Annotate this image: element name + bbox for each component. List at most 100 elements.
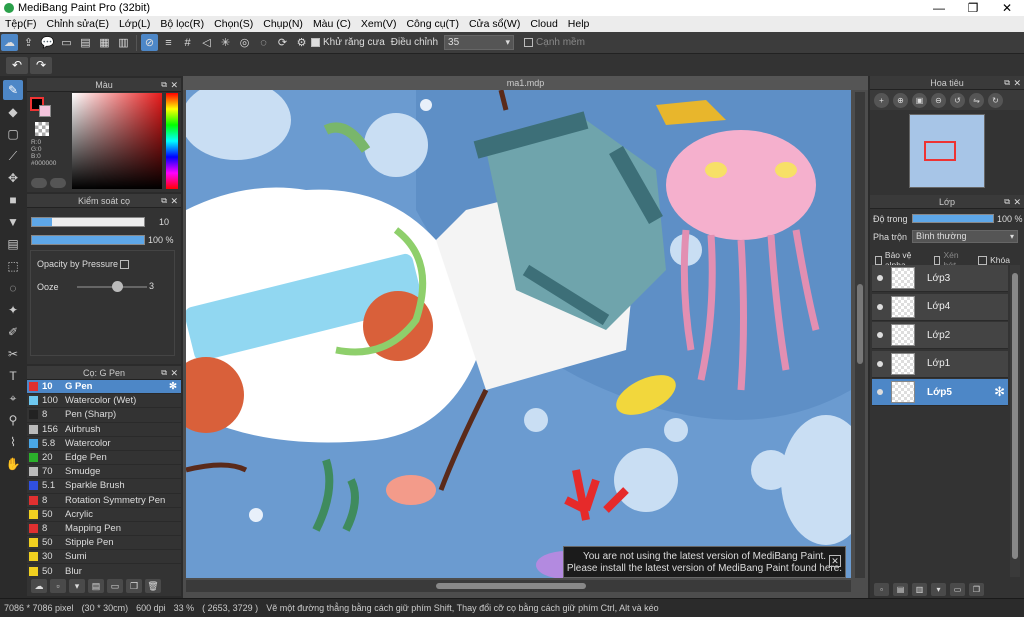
brush-list-item[interactable]: 50 Acrylic [27, 508, 181, 522]
brush-list-item[interactable]: 8 Rotation Symmetry Pen [27, 494, 181, 508]
rotate-left-icon[interactable]: ↺ [950, 92, 965, 108]
adjust-dropdown[interactable]: 35 [444, 35, 515, 50]
duplicate-icon[interactable]: ❐ [126, 579, 142, 593]
scroll-thumb[interactable] [1012, 273, 1018, 559]
color-mode-icon[interactable] [31, 178, 47, 188]
close-icon[interactable]: ✕ [170, 366, 178, 380]
grid-icon[interactable]: ▦ [96, 34, 113, 51]
background-color-swatch[interactable] [39, 105, 51, 117]
fit-icon[interactable]: ▣ [912, 92, 927, 108]
scroll-thumb[interactable] [436, 583, 586, 589]
no-snap-icon[interactable]: ⊘ [141, 34, 158, 51]
visibility-icon[interactable] [877, 360, 883, 367]
cloud-brush-icon[interactable]: ☁ [31, 579, 47, 593]
lock-checkbox[interactable] [978, 255, 988, 265]
lasso-tool-icon[interactable]: ◌ [3, 278, 23, 298]
detach-icon[interactable]: ⧉ [1004, 76, 1010, 90]
add-layer-dropdown-icon[interactable]: ▾ [931, 582, 946, 596]
layer-item[interactable]: Lớp5 ✻ [872, 379, 1008, 406]
brush-list-item[interactable]: 30 Sumi [27, 550, 181, 565]
fill-rect-tool-icon[interactable]: ■ [3, 190, 23, 210]
ooze-slider-handle[interactable] [112, 281, 123, 292]
minimize-button[interactable]: — [922, 0, 956, 16]
folder-icon[interactable]: ▭ [107, 579, 123, 593]
soft-edge-checkbox[interactable] [524, 38, 534, 47]
gear-icon[interactable]: ✻ [169, 381, 177, 392]
text-tool-icon[interactable]: T [3, 366, 23, 386]
menu-help[interactable]: Help [563, 16, 595, 32]
palette-icon[interactable] [50, 178, 66, 188]
brush-list-item[interactable]: 8 Mapping Pen [27, 522, 181, 537]
canvas-horizontal-scrollbar[interactable] [186, 580, 851, 592]
brush-list-item[interactable]: 10 G Pen ✻ [27, 380, 181, 395]
upload-icon[interactable]: ⇪ [20, 34, 37, 51]
saturation-value-picker[interactable] [72, 93, 162, 189]
redo-icon[interactable]: ↷ [30, 56, 52, 74]
hue-slider[interactable] [166, 93, 178, 189]
menu-cloud[interactable]: Cloud [525, 16, 562, 32]
duplicate-layer-icon[interactable]: ❐ [969, 582, 984, 596]
panel-icon[interactable]: ▥ [115, 34, 132, 51]
eyedropper-tool-icon[interactable]: ⚲ [3, 410, 23, 430]
dot-tool-icon[interactable]: ⟋ [3, 146, 23, 166]
menu-tools[interactable]: Công cụ(T) [401, 16, 464, 32]
visibility-icon[interactable] [877, 332, 883, 338]
menu-capture[interactable]: Chụp(N) [258, 16, 308, 32]
new-layer-icon[interactable]: ▫ [874, 582, 889, 596]
rectangle-tool-icon[interactable]: ▢ [3, 124, 23, 144]
bucket-tool-icon[interactable]: ▼ [3, 212, 23, 232]
parallel-snap-icon[interactable]: ≡ [160, 34, 177, 51]
page-icon[interactable]: ▤ [77, 34, 94, 51]
menu-window[interactable]: Cửa sổ(W) [464, 16, 525, 32]
scroll-thumb[interactable] [857, 284, 863, 364]
layer-folder-icon[interactable]: ▭ [950, 582, 965, 596]
curve-snap-icon[interactable]: ◌ [255, 34, 272, 51]
menu-filter[interactable]: Bộ lọc(R) [155, 16, 209, 32]
gear-icon[interactable]: ✻ [994, 384, 1005, 400]
rotate-right-icon[interactable]: ↻ [988, 92, 1003, 108]
brush-list-item[interactable]: 20 Edge Pen [27, 451, 181, 466]
brush-list-item[interactable]: 5.8 Watercolor [27, 437, 181, 451]
perspective-snap-icon[interactable]: ◁ [198, 34, 215, 51]
close-button[interactable]: ✕ [990, 0, 1024, 16]
opacity-by-pressure-checkbox[interactable] [120, 260, 129, 269]
eraser-tool-icon[interactable]: ◆ [3, 102, 23, 122]
menu-color[interactable]: Màu (C) [308, 16, 356, 32]
layer-item[interactable]: Lớp2 [872, 322, 1008, 349]
radial-snap-icon[interactable]: ✳ [217, 34, 234, 51]
divide-tool-icon[interactable]: ⌖ [3, 388, 23, 408]
brush-settings-icon[interactable]: ▤ [88, 579, 104, 593]
notification-close-icon[interactable]: ✕ [829, 555, 841, 567]
detach-icon[interactable]: ⧉ [161, 366, 167, 380]
brush-opacity-slider[interactable] [31, 235, 145, 245]
zoom-out-icon[interactable]: ⊖ [931, 92, 946, 108]
new-brush-icon[interactable]: ▫ [50, 579, 66, 593]
delete-icon[interactable]: 🗑 [145, 579, 161, 593]
navigator-viewport[interactable] [924, 141, 956, 161]
rotate-snap-icon[interactable]: ⟳ [274, 34, 291, 51]
menu-select[interactable]: Chọn(S) [209, 16, 258, 32]
magic-wand-tool-icon[interactable]: ✦ [3, 300, 23, 320]
brush-tool-icon[interactable]: ✎ [3, 80, 23, 100]
close-icon[interactable]: ✕ [1013, 195, 1021, 209]
layer-item[interactable]: Lớp1 [872, 350, 1008, 378]
detach-icon[interactable]: ⧉ [161, 194, 167, 208]
detach-icon[interactable]: ⧉ [1004, 195, 1010, 209]
update-notification[interactable]: You are not using the latest version of … [563, 546, 846, 578]
brush-list-item[interactable]: 5.1 Sparkle Brush [27, 479, 181, 494]
brush-list-item[interactable]: 100 Watercolor (Wet) [27, 394, 181, 409]
brush-list-item[interactable]: 156 Airbrush [27, 423, 181, 437]
close-icon[interactable]: ✕ [170, 194, 178, 208]
brush-list-item[interactable]: 70 Smudge [27, 465, 181, 480]
select-tool-icon[interactable]: ⬚ [3, 256, 23, 276]
antialias-checkbox[interactable] [311, 38, 320, 47]
grid-snap-icon[interactable]: # [179, 34, 196, 51]
comment-icon[interactable]: 💬 [39, 34, 56, 51]
visibility-icon[interactable] [877, 303, 883, 310]
zoom-in-2-icon[interactable]: ⊕ [893, 92, 908, 108]
brush-list-item[interactable]: 50 Stipple Pen [27, 536, 181, 551]
layer-opacity-slider[interactable] [912, 214, 994, 223]
select-eraser-tool-icon[interactable]: ✂ [3, 344, 23, 364]
new-1bit-layer-icon[interactable]: ▥ [912, 582, 927, 596]
new-halftone-layer-icon[interactable]: ▤ [893, 582, 908, 596]
